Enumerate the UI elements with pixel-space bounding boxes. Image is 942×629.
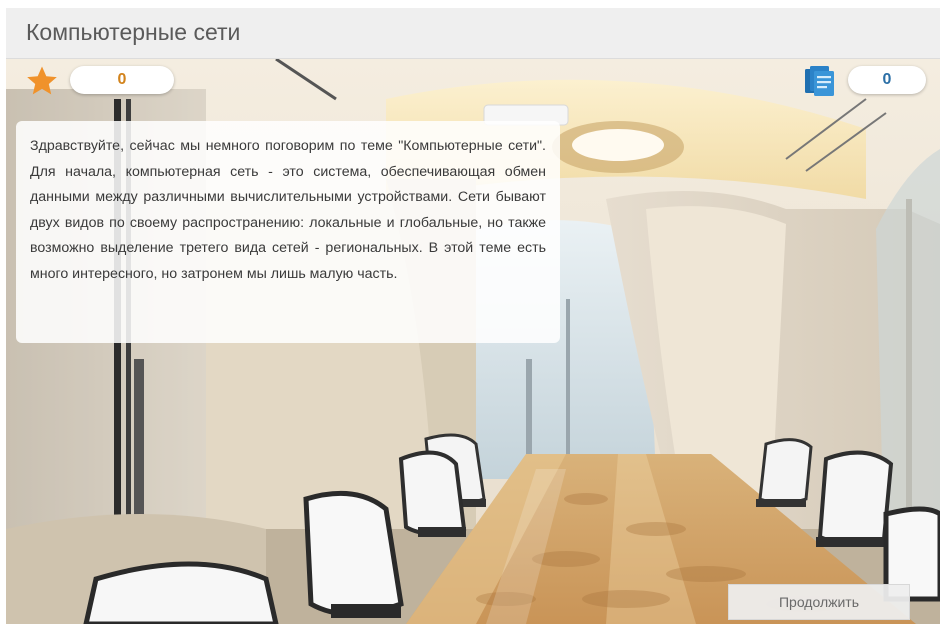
- app-frame: Компьютерные сети 0 0 Здравствуйте, сейч…: [6, 8, 940, 624]
- continue-button[interactable]: Продолжить: [728, 584, 910, 620]
- dialog-text: Здравствуйте, сейчас мы немного поговори…: [30, 138, 546, 282]
- score-counter: 0: [70, 66, 174, 94]
- page-title: Компьютерные сети: [26, 19, 241, 45]
- documents-counter: 0: [848, 66, 926, 94]
- dialog-text-panel: Здравствуйте, сейчас мы немного поговори…: [16, 121, 560, 343]
- star-icon: [26, 65, 58, 97]
- title-bar: Компьютерные сети: [6, 8, 940, 59]
- documents-icon[interactable]: [802, 63, 836, 97]
